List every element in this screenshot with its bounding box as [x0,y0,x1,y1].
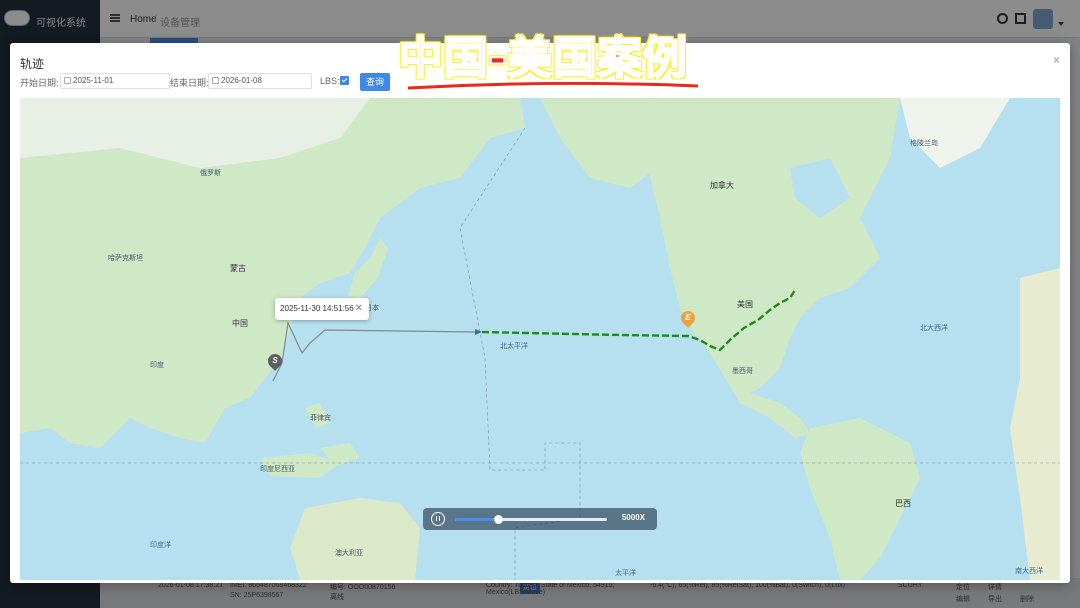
pause-icon[interactable] [431,512,445,526]
calendar-icon [64,77,71,84]
label-indonesia: 印度尼西亚 [260,466,295,473]
calendar-icon [212,77,219,84]
close-icon[interactable]: × [1053,53,1060,67]
route-gray [272,320,476,382]
label-kazakhstan: 哈萨克斯坦 [108,255,143,262]
end-date-label: 结束日期: [170,78,209,88]
label-india: 印度 [150,362,164,369]
label-philippines: 菲律宾 [310,415,331,422]
tooltip-time: 2025-11-30 14:51:56 [280,304,354,313]
land-greenland [900,98,1010,168]
label-south-pacific: 太平洋 [615,570,636,577]
start-date-value: 2025-11-01 [73,76,114,85]
start-date-input[interactable]: 2025-11-01 [60,73,170,89]
land-central-america [725,378,810,438]
playback-bar: 5000X [423,508,657,530]
label-greenland: 格陵兰岛 [910,140,938,147]
label-south-atlantic: 南大西洋 [1015,568,1043,575]
label-mongolia: 蒙古 [230,264,246,273]
lbs-checkbox[interactable] [340,76,349,85]
label-china: 中国 [232,319,248,328]
playback-handle[interactable] [493,515,503,524]
end-date-input[interactable]: 2026-01-08 [208,73,312,89]
banner: 中国-美国案例 [378,30,708,90]
land-north-america [650,98,900,398]
map-view[interactable]: 蒙古 哈萨克斯坦 中国 日本 菲律宾 印度尼西亚 澳大利亚 印度 加拿大 美国 … [20,98,1060,580]
label-indian-ocean: 印度洋 [150,542,171,549]
track-dialog: 轨迹 × 开始日期: 2025-11-01 结束日期: 2026-01-08 L… [10,43,1070,583]
label-australia: 澳大利亚 [335,550,363,557]
start-date-label: 开始日期: [20,78,59,88]
label-canada: 加拿大 [710,181,734,190]
lbs-label: LBS: [320,76,340,86]
playback-slider[interactable] [455,515,607,524]
end-marker-label: E [685,313,691,322]
banner-title: 中国-美国案例 [397,32,688,85]
end-date-value: 2026-01-08 [221,76,262,85]
end-marker-icon[interactable]: E [678,308,698,328]
tooltip-close-icon[interactable]: ✕ [355,298,363,320]
start-marker-icon[interactable]: S [265,351,285,371]
label-usa: 美国 [737,300,753,309]
label-brazil: 巴西 [895,499,911,508]
playback-speed[interactable]: 5000X [622,513,645,522]
banner-swoosh [408,82,698,90]
playback-progress [455,518,498,521]
label-russia: 俄罗斯 [200,170,221,177]
label-north-atlantic: 北大西洋 [920,325,948,332]
label-north-pacific: 北太平洋 [500,343,528,350]
land-australia [290,498,420,580]
route-arrow-icon [475,329,482,335]
dialog-title: 轨迹 [20,57,45,71]
point-tooltip: 2025-11-30 14:51:56 ✕ [275,298,369,320]
land-africa [1010,268,1060,580]
label-mexico: 墨西哥 [732,368,753,375]
start-marker-label: S [272,356,278,365]
